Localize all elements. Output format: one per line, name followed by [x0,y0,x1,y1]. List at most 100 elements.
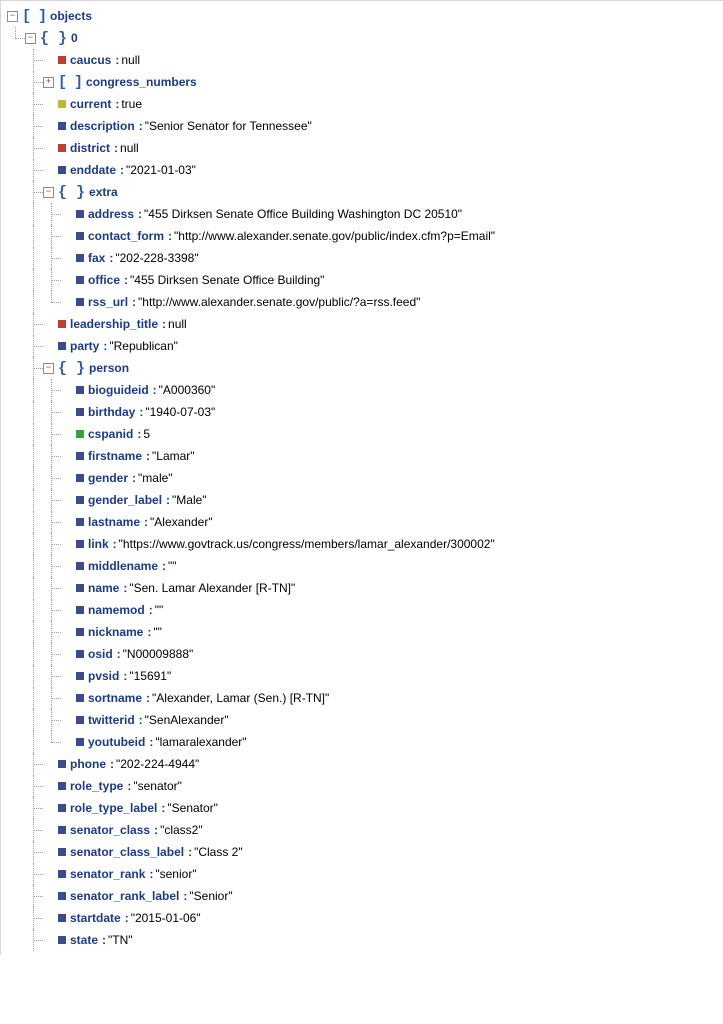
toggle-spacer [61,737,72,748]
tree-guide [25,885,43,907]
toggle-spacer [61,209,72,220]
string-icon [58,166,66,174]
tree-row[interactable]: −{ }extra [7,181,719,203]
tree-row[interactable]: senator_rank:"senior" [7,863,719,885]
kv-separator: : [117,647,121,661]
string-icon [58,914,66,922]
toggle-spacer [43,869,54,880]
node-key: congress_numbers [86,75,197,89]
string-icon [76,628,84,636]
tree-guide [7,731,25,753]
tree-row[interactable]: +[ ]congress_numbers [7,71,719,93]
collapse-toggle[interactable]: − [25,33,36,44]
tree-row[interactable]: name:"Sen. Lamar Alexander [R-TN]" [7,577,719,599]
toggle-spacer [43,759,54,770]
tree-row[interactable]: sortname:"Alexander, Lamar (Sen.) [R-TN]… [7,687,719,709]
string-icon [58,936,66,944]
tree-row[interactable]: senator_class_label:"Class 2" [7,841,719,863]
kv-separator: : [166,493,170,507]
tree-row[interactable]: fax:"202-228-3398" [7,247,719,269]
tree-row[interactable]: gender:"male" [7,467,719,489]
tree-row[interactable]: rss_url:"http://www.alexander.senate.gov… [7,291,719,313]
kv-separator: : [123,581,127,595]
kv-separator: : [146,691,150,705]
node-key: middlename [88,559,158,573]
tree-row[interactable]: middlename:"" [7,555,719,577]
node-key: namemod [88,603,145,617]
tree-row[interactable]: startdate:"2015-01-06" [7,907,719,929]
node-key: role_type_label [70,801,157,815]
tree-row[interactable]: −{ }0 [7,27,719,49]
node-key: sortname [88,691,142,705]
tree-row[interactable]: leadership_title:null [7,313,719,335]
tree-row[interactable]: office:"455 Dirksen Senate Office Buildi… [7,269,719,291]
string-icon [76,496,84,504]
node-value: "15691" [129,669,171,683]
string-icon [76,518,84,526]
kv-separator: : [132,471,136,485]
toggle-spacer [61,605,72,616]
tree-guide [43,621,61,643]
string-icon [58,826,66,834]
tree-guide [7,423,25,445]
tree-row[interactable]: role_type:"senator" [7,775,719,797]
tree-row[interactable]: description:"Senior Senator for Tennesse… [7,115,719,137]
collapse-toggle[interactable]: − [43,187,54,198]
tree-row[interactable]: role_type_label:"Senator" [7,797,719,819]
toggle-spacer [61,231,72,242]
tree-row[interactable]: birthday:"1940-07-03" [7,401,719,423]
node-value: "Class 2" [194,845,243,859]
tree-row[interactable]: pvsid:"15691" [7,665,719,687]
tree-row[interactable]: senator_rank_label:"Senior" [7,885,719,907]
node-value: "Alexander, Lamar (Sen.) [R-TN]" [152,691,329,705]
tree-row[interactable]: state:"TN" [7,929,719,951]
tree-row[interactable]: current:true [7,93,719,115]
expand-toggle[interactable]: + [43,77,54,88]
kv-separator: : [183,889,187,903]
tree-guide [25,159,43,181]
tree-guide [25,929,43,951]
tree-row[interactable]: link:"https://www.govtrack.us/congress/m… [7,533,719,555]
tree-guide [43,291,61,313]
tree-guide [7,665,25,687]
node-key: firstname [88,449,142,463]
kv-separator: : [102,933,106,947]
tree-row[interactable]: twitterid:"SenAlexander" [7,709,719,731]
kv-separator: : [138,207,142,221]
tree-row[interactable]: contact_form:"http://www.alexander.senat… [7,225,719,247]
kv-separator: : [115,97,119,111]
tree-row[interactable]: −{ }person [7,357,719,379]
tree-row[interactable]: −[ ]objects [7,5,719,27]
tree-guide [7,687,25,709]
tree-guide [7,533,25,555]
node-key: contact_form [88,229,164,243]
tree-row[interactable]: gender_label:"Male" [7,489,719,511]
tree-guide [25,687,43,709]
tree-row[interactable]: phone:"202-224-4944" [7,753,719,775]
tree-row[interactable]: address:"455 Dirksen Senate Office Build… [7,203,719,225]
tree-row[interactable]: cspanid:5 [7,423,719,445]
node-value: "Alexander" [150,515,213,529]
toggle-spacer [61,561,72,572]
tree-row[interactable]: firstname:"Lamar" [7,445,719,467]
tree-row[interactable]: youtubeid:"lamaralexander" [7,731,719,753]
string-icon [76,408,84,416]
tree-row[interactable]: namemod:"" [7,599,719,621]
tree-row[interactable]: nickname:"" [7,621,719,643]
tree-row[interactable]: osid:"N00009888" [7,643,719,665]
tree-row[interactable]: enddate:"2021-01-03" [7,159,719,181]
kv-separator: : [123,669,127,683]
string-icon [76,452,84,460]
collapse-toggle[interactable]: − [43,363,54,374]
tree-guide [25,313,43,335]
collapse-toggle[interactable]: − [7,11,18,22]
tree-row[interactable]: bioguideid:"A000360" [7,379,719,401]
tree-row[interactable]: lastname:"Alexander" [7,511,719,533]
node-value: "senior" [155,867,196,881]
tree-guide [7,93,25,115]
tree-row[interactable]: party:"Republican" [7,335,719,357]
tree-row[interactable]: district:null [7,137,719,159]
tree-guide [25,599,43,621]
tree-row[interactable]: caucus:null [7,49,719,71]
tree-row[interactable]: senator_class:"class2" [7,819,719,841]
